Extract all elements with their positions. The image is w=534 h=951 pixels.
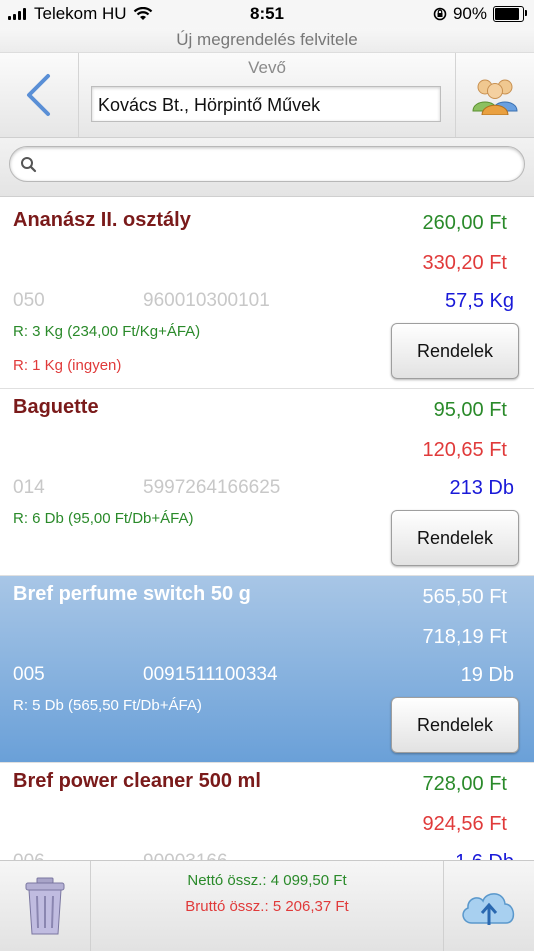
gross-price: 924,56 Ft <box>422 813 507 835</box>
customer-select-button[interactable] <box>455 53 534 137</box>
customer-header: Vevő Kovács Bt., Hörpintő Művek <box>0 53 534 138</box>
battery-icon <box>493 6 527 22</box>
net-price: 95,00 Ft <box>433 399 507 421</box>
gross-price: 718,19 Ft <box>422 626 507 648</box>
product-barcode: 5997264166625 <box>143 477 281 498</box>
stock-quantity: 213 Db <box>449 477 515 499</box>
product-barcode: 90003166 <box>143 851 228 860</box>
order-button[interactable]: Rendelek <box>391 697 519 753</box>
net-price: 260,00 Ft <box>422 212 507 234</box>
product-code: 006 <box>13 851 45 860</box>
status-bar: Telekom HU 8:51 90% <box>0 0 534 28</box>
search-input[interactable] <box>9 146 525 182</box>
page-title: Új megrendelés felvitele <box>0 28 534 53</box>
stock-quantity: 57,5 Kg <box>445 290 514 312</box>
stock-quantity: 19 Db <box>460 664 514 686</box>
back-button[interactable] <box>0 53 79 137</box>
product-name: Ananász II. osztály <box>13 209 191 231</box>
product-barcode: 0091511100334 <box>143 664 278 685</box>
stock-quantity: 1,6 Db <box>455 851 514 860</box>
back-arrow-icon <box>27 74 50 116</box>
customers-icon <box>472 79 518 115</box>
order-line: R: 3 Kg (234,00 Ft/Kg+ÁFA) <box>13 323 201 340</box>
cloud-upload-icon <box>462 893 515 925</box>
product-name: Bref perfume switch 50 g <box>13 583 251 605</box>
trash-icon <box>25 877 65 935</box>
search-bar <box>0 138 534 197</box>
net-price: 565,50 Ft <box>422 586 507 608</box>
order-button[interactable]: Rendelek <box>391 323 519 379</box>
status-right: 90% <box>433 4 527 24</box>
list-item[interactable]: Ananász II. osztály 260,00 Ft 330,20 Ft … <box>0 202 534 389</box>
product-list: Ananász II. osztály 260,00 Ft 330,20 Ft … <box>0 202 534 860</box>
battery-percent: 90% <box>452 4 487 23</box>
search-icon <box>21 157 37 173</box>
list-item-selected[interactable]: Bref perfume switch 50 g 565,50 Ft 718,1… <box>0 576 534 763</box>
customer-field[interactable]: Kovács Bt., Hörpintő Művek <box>91 86 441 122</box>
product-name: Bref power cleaner 500 ml <box>13 770 261 792</box>
gross-price: 330,20 Ft <box>422 252 507 274</box>
net-price: 728,00 Ft <box>422 773 507 795</box>
gross-price: 120,65 Ft <box>422 439 507 461</box>
product-code: 050 <box>13 290 45 311</box>
orientation-lock-icon <box>433 7 447 21</box>
order-button[interactable]: Rendelek <box>391 510 519 566</box>
product-barcode: 960010300101 <box>143 290 270 311</box>
list-item[interactable]: Baguette 95,00 Ft 120,65 Ft 014 59972641… <box>0 389 534 576</box>
list-item[interactable]: Bref power cleaner 500 ml 728,00 Ft 924,… <box>0 763 534 860</box>
free-order-line: R: 1 Kg (ingyen) <box>13 357 122 374</box>
order-line: R: 5 Db (565,50 Ft/Db+ÁFA) <box>13 697 202 714</box>
upload-button[interactable] <box>443 861 534 951</box>
order-line: R: 6 Db (95,00 Ft/Db+ÁFA) <box>13 510 194 527</box>
totals-footer: Nettó össz.: 4 099,50 Ft Bruttó össz.: 5… <box>0 860 534 951</box>
product-code: 005 <box>13 664 45 685</box>
product-code: 014 <box>13 477 45 498</box>
customer-label: Vevő <box>248 58 286 77</box>
gross-total: Bruttó össz.: 5 206,37 Ft <box>185 898 349 915</box>
delete-button[interactable] <box>0 861 91 951</box>
product-name: Baguette <box>13 396 99 418</box>
net-total: Nettó össz.: 4 099,50 Ft <box>187 872 347 889</box>
